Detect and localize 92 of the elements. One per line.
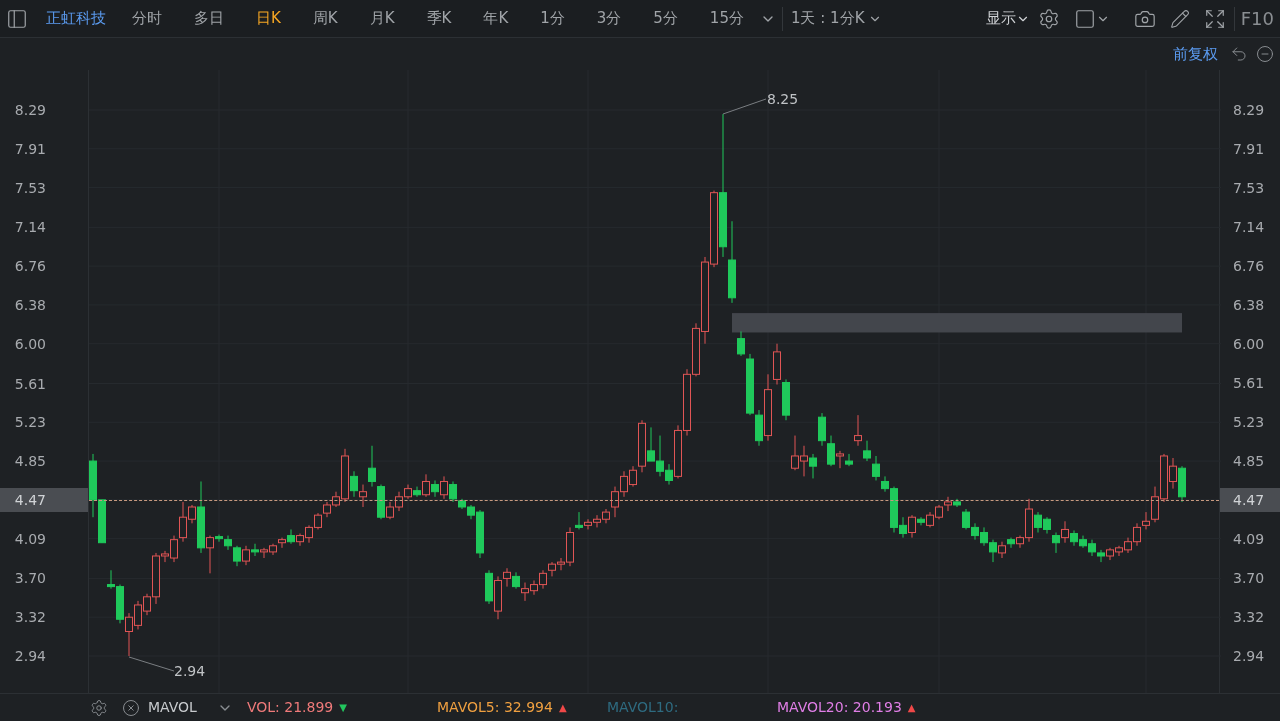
axis-label: 4.85 <box>14 452 46 472</box>
low-price-label: 2.94 <box>174 662 206 681</box>
indicator-name: MAVOL <box>148 698 197 717</box>
axis-label: 7.53 <box>14 178 46 198</box>
period-tab[interactable]: 15分 <box>701 7 752 30</box>
axis-label: 6.38 <box>14 295 46 315</box>
period-tab[interactable]: 1分 <box>532 7 573 30</box>
candlestick <box>350 470 358 498</box>
trend-arrow: ▼ <box>339 701 347 715</box>
axis-label: 2.94 <box>1233 647 1265 666</box>
axis-label: 3.32 <box>14 608 46 628</box>
period-tab[interactable]: 年K <box>475 7 517 30</box>
axis-label: 7.53 <box>1233 179 1265 198</box>
candlestick <box>575 511 583 530</box>
candlestick <box>917 516 925 526</box>
axis-label: 3.70 <box>1233 569 1265 588</box>
axis-label: 7.91 <box>14 139 46 159</box>
leader-line <box>129 656 175 672</box>
axis-label: 6.00 <box>1233 335 1265 354</box>
candlestick <box>737 330 745 357</box>
pencil-icon[interactable] <box>1169 8 1190 29</box>
range-dropdown[interactable]: 1天 : 1分K <box>790 7 883 30</box>
axis-label: 5.61 <box>1233 374 1265 393</box>
period-tab[interactable]: 周K <box>304 7 346 30</box>
candlestick <box>422 473 430 498</box>
axis-label: 7.14 <box>1233 218 1265 237</box>
axis-label: 5.23 <box>1233 413 1265 432</box>
axis-label: 4.85 <box>1233 452 1265 471</box>
axis-label: 5.23 <box>14 413 46 433</box>
high-price-label: 8.25 <box>767 90 799 109</box>
axis-label: 4.09 <box>14 529 46 549</box>
candlestick <box>1142 511 1150 530</box>
square-icon[interactable] <box>1073 7 1096 30</box>
axis-label: 6.00 <box>14 334 46 354</box>
axis-label: 2.94 <box>14 647 46 666</box>
axis-label: 6.76 <box>14 257 46 277</box>
undo-icon[interactable] <box>1230 45 1248 63</box>
candlestick <box>215 534 223 543</box>
indicator-value: VOL: 21.899 <box>246 698 334 717</box>
axis-label: 4.09 <box>1233 530 1265 549</box>
settings-icon[interactable] <box>90 698 108 717</box>
indicator-value: MAVOL20: 20.193 <box>776 698 902 717</box>
period-tab[interactable]: 日K <box>248 7 289 30</box>
axis-label: 7.91 <box>1233 140 1265 159</box>
trend-arrow: ▲ <box>558 701 567 715</box>
candlestick <box>449 480 457 503</box>
candlestick <box>809 453 817 479</box>
period-tab[interactable]: 月K <box>361 7 403 30</box>
candlestick <box>827 435 835 467</box>
period-tab[interactable]: 5分 <box>645 7 686 30</box>
candlestick <box>233 545 241 567</box>
period-tab[interactable]: 多日 <box>186 7 232 30</box>
candlestick <box>845 453 853 467</box>
candlestick <box>287 528 295 545</box>
candlestick <box>242 545 250 566</box>
fullscreen-icon[interactable] <box>1203 7 1226 30</box>
period-tab[interactable]: 3分 <box>588 7 630 30</box>
sidebar-toggle-icon[interactable] <box>6 7 28 30</box>
candlestick <box>1007 537 1015 549</box>
leader-line <box>723 95 767 115</box>
adjust-button[interactable]: 前复权 <box>1173 42 1218 66</box>
axis-label: 5.61 <box>14 374 46 394</box>
candlestick <box>863 440 871 462</box>
current-price-label: 4.47 <box>1233 491 1265 510</box>
candlestick <box>836 450 844 469</box>
candlestick <box>251 543 259 557</box>
axis-label: 3.32 <box>1233 608 1265 627</box>
period-tab[interactable]: 季K <box>418 7 460 30</box>
current-price-label: 4.47 <box>14 490 46 510</box>
settings-icon[interactable] <box>1037 7 1060 30</box>
axis-label: 8.29 <box>14 101 46 120</box>
display-menu[interactable]: 显示 <box>985 7 1030 30</box>
candlestick <box>413 486 421 498</box>
f10-button[interactable]: F10 <box>1240 5 1280 32</box>
close-icon[interactable] <box>122 698 140 717</box>
candlestick <box>1052 532 1060 554</box>
indicator-value: MAVOL10: <box>606 698 679 717</box>
minus-circle-icon[interactable] <box>1256 45 1274 63</box>
candlestick <box>224 535 232 551</box>
period-tab[interactable]: 分时 <box>124 7 170 30</box>
axis-label: 7.14 <box>14 218 46 238</box>
candlestick <box>431 479 439 498</box>
candlestick <box>818 412 826 447</box>
candlestick <box>872 455 880 481</box>
trend-arrow: ▲ <box>907 701 916 715</box>
stock-name[interactable]: 正虹科技 <box>46 7 106 30</box>
indicator-value: MAVOL5: 32.994 <box>436 698 553 717</box>
axis-label: 6.76 <box>1233 257 1265 276</box>
candlestick <box>368 445 376 488</box>
axis-label: 6.38 <box>1233 296 1265 315</box>
axis-label: 8.29 <box>1233 101 1265 120</box>
axis-label: 3.70 <box>14 569 46 589</box>
